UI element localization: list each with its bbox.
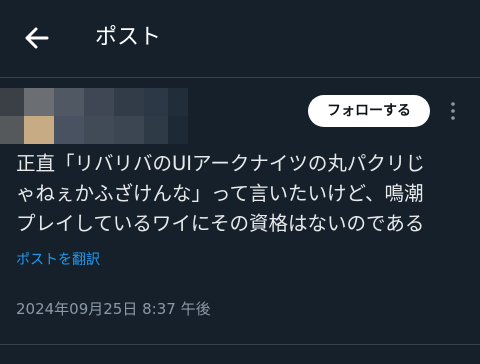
back-button[interactable] xyxy=(20,22,52,54)
top-bar: ポスト xyxy=(0,0,480,76)
translate-post-link[interactable]: ポストを翻訳 xyxy=(16,250,100,270)
post-text-line: ゃねぇかふざけんな」って言いたいけど、鳴潮 xyxy=(16,182,424,205)
follow-button[interactable]: フォローする xyxy=(308,95,430,127)
header-divider xyxy=(0,77,480,78)
post-text-line: プレイしているワイにその資格はないのである xyxy=(16,212,425,235)
post-text: 正直「リバリバのUIアークナイツの丸パクリじ ゃねぇかふざけんな」って言いたいけ… xyxy=(16,149,474,239)
more-options-button[interactable] xyxy=(445,99,461,123)
stats-divider xyxy=(0,344,480,345)
more-vertical-icon xyxy=(451,102,455,120)
arrow-left-icon xyxy=(25,27,49,49)
pixelated-author-info[interactable] xyxy=(0,88,188,144)
post-detail-page: ポスト フォローする 正直「リバリバのUIアークナイツの丸パクリじ ゃねぇかふざ… xyxy=(0,0,480,364)
post-text-line: 正直「リバリバのUIアークナイツの丸パクリじ xyxy=(16,152,425,175)
page-title: ポスト xyxy=(95,25,162,50)
post-timestamp[interactable]: 2024年09月25日 8:37 午後 xyxy=(16,299,211,319)
